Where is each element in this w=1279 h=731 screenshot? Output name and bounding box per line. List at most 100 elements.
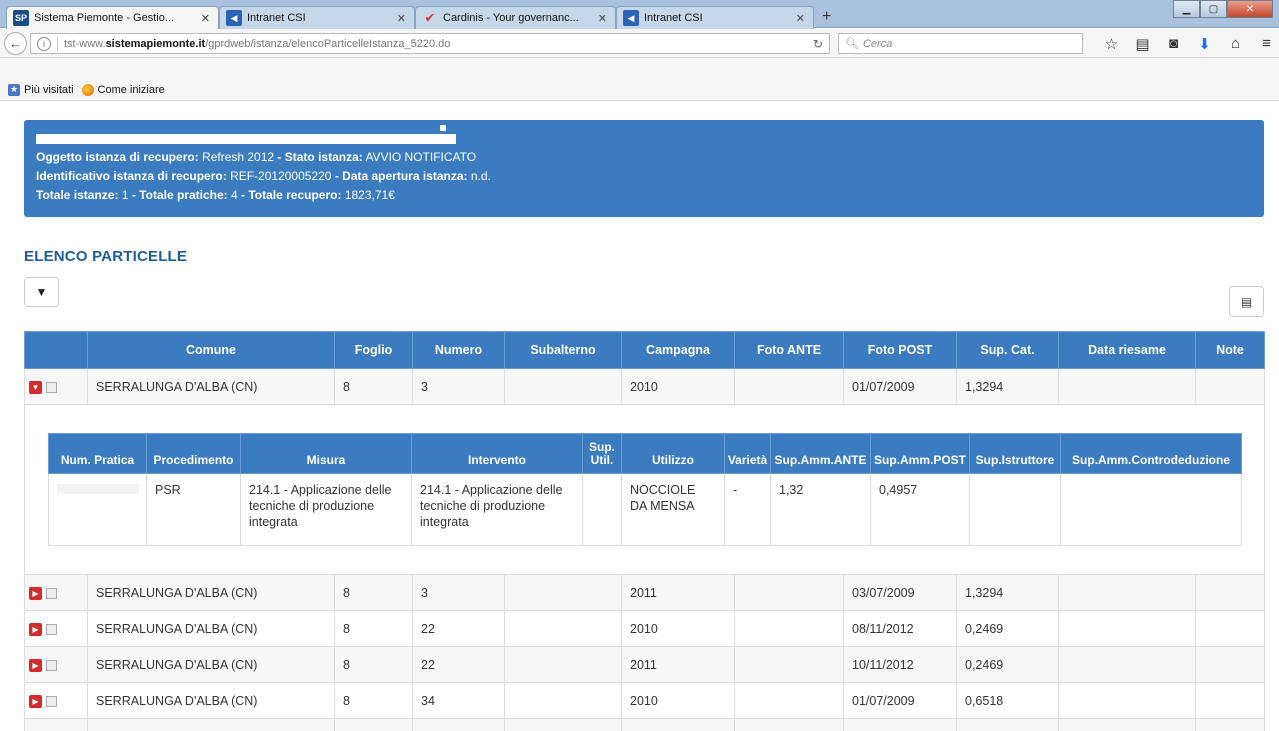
cell-foto-ante bbox=[734, 610, 844, 647]
table-header-row: Comune Foglio Numero Subalterno Campagna… bbox=[24, 331, 1265, 369]
cell-sup-cat: 0,2469 bbox=[956, 610, 1059, 647]
info-label: - Totale recupero: bbox=[241, 188, 342, 202]
pocket-icon[interactable]: ◙ bbox=[1158, 35, 1189, 53]
close-icon[interactable]: ✕ bbox=[397, 12, 406, 25]
close-icon[interactable]: ✕ bbox=[201, 12, 210, 25]
cell-subalterno bbox=[504, 682, 622, 719]
cell-campagna: 2010 bbox=[621, 368, 735, 405]
detail-cell-varieta: - bbox=[724, 473, 771, 546]
browser-tab-1[interactable]: SP Sistema Piemonte - Gestio... ✕ bbox=[6, 6, 219, 29]
window-close-icon[interactable]: ✕ bbox=[1227, 0, 1273, 18]
column-header-campagna[interactable]: Campagna bbox=[621, 331, 735, 369]
column-header-note[interactable]: Note bbox=[1195, 331, 1265, 369]
reload-icon[interactable]: ↻ bbox=[813, 37, 823, 51]
info-value: AVVIO NOTIFICATO bbox=[365, 150, 477, 164]
browser-search-input[interactable]: 🔍︎ Cerca bbox=[838, 33, 1083, 54]
column-header-foto-ante[interactable]: Foto ANTE bbox=[734, 331, 844, 369]
table-row: ▶ SERRALUNGA D'ALBA (CN) 8 22 2011 10/11… bbox=[24, 646, 1265, 683]
info-label: - Totale pratiche: bbox=[131, 188, 228, 202]
detail-cell-procedimento: PSR bbox=[146, 473, 241, 546]
detail-header-intervento: Intervento bbox=[411, 433, 583, 474]
row-checkbox[interactable] bbox=[46, 587, 57, 599]
browser-tab-2[interactable]: ◀ Intranet CSI ✕ bbox=[219, 6, 415, 29]
list-icon: ▤ bbox=[1240, 294, 1253, 309]
cell-campagna: 2011 bbox=[621, 646, 735, 683]
info-line-totali: Totale istanze: 1 - Totale pratiche: 4 -… bbox=[36, 186, 1252, 205]
bookmark-most-visited[interactable]: ★ Più visitati bbox=[8, 83, 74, 96]
row-checkbox[interactable] bbox=[46, 381, 57, 393]
close-icon[interactable]: ✕ bbox=[598, 12, 607, 25]
url-separator bbox=[57, 36, 58, 51]
menu-icon[interactable]: ≡ bbox=[1251, 35, 1279, 53]
maximize-icon[interactable]: ▢ bbox=[1200, 0, 1227, 18]
columns-toggle-button[interactable]: ▤ bbox=[1229, 286, 1264, 317]
bookmark-getting-started[interactable]: Come iniziare bbox=[81, 83, 165, 96]
table-row: ▶ SERRALUNGA D'ALBA (CN) 8 22 2010 08/11… bbox=[24, 610, 1265, 647]
expand-row-icon[interactable]: ▶ bbox=[29, 658, 42, 672]
expand-row-icon[interactable]: ▶ bbox=[29, 622, 42, 636]
row-checkbox[interactable] bbox=[46, 659, 57, 671]
info-value: 4 bbox=[230, 188, 238, 202]
home-icon[interactable]: ⌂ bbox=[1220, 35, 1251, 53]
info-line-oggetto: Oggetto istanza di recupero: Refresh 201… bbox=[36, 148, 1252, 167]
redacted-num-pratica bbox=[57, 484, 139, 494]
download-icon[interactable]: ⬇ bbox=[1189, 35, 1220, 53]
cell-sup-cat: 1,3294 bbox=[956, 368, 1059, 405]
cell-subalterno bbox=[504, 610, 622, 647]
cell-data-riesame bbox=[1058, 610, 1196, 647]
back-arrow-icon[interactable]: ← bbox=[4, 32, 27, 55]
expand-row-icon[interactable]: ▶ bbox=[29, 586, 42, 600]
cardinis-favicon-icon: ✔ bbox=[424, 10, 436, 25]
detail-header-sup-amm-ante: Sup.Amm.ANTE bbox=[770, 433, 871, 474]
column-header-foto-post[interactable]: Foto POST bbox=[843, 331, 957, 369]
cell-subalterno bbox=[504, 718, 622, 731]
cell-data-riesame bbox=[1058, 718, 1196, 731]
cell-campagna: 2011 bbox=[621, 574, 735, 611]
cell-foglio: 8 bbox=[334, 610, 413, 647]
column-header-comune[interactable]: Comune bbox=[87, 331, 335, 369]
cell-note bbox=[1195, 682, 1265, 719]
table-row: ▼ SERRALUNGA D'ALBA (CN) 8 3 2010 01/07/… bbox=[24, 368, 1265, 405]
row-checkbox[interactable] bbox=[46, 623, 57, 635]
bookmark-star-icon[interactable]: ☆ bbox=[1096, 35, 1127, 53]
collapse-row-icon[interactable]: ▼ bbox=[29, 380, 42, 394]
close-icon[interactable]: ✕ bbox=[796, 12, 805, 25]
info-icon[interactable]: i bbox=[37, 36, 51, 51]
cell-numero: 22 bbox=[412, 610, 505, 647]
reading-list-icon[interactable]: ▤ bbox=[1127, 35, 1158, 53]
filter-button[interactable]: ▼ bbox=[24, 277, 59, 307]
cell-note bbox=[1195, 646, 1265, 683]
column-header-sup-cat[interactable]: Sup. Cat. bbox=[956, 331, 1059, 369]
cell-data-riesame bbox=[1058, 574, 1196, 611]
column-header-numero[interactable]: Numero bbox=[412, 331, 505, 369]
column-header-foglio[interactable]: Foglio bbox=[334, 331, 413, 369]
new-tab-plus-icon[interactable]: + bbox=[822, 8, 831, 26]
info-value: Refresh 2012 bbox=[202, 150, 275, 164]
detail-header-sup-istruttore: Sup.Istruttore bbox=[969, 433, 1061, 474]
detail-header-utilizzo: Utilizzo bbox=[621, 433, 725, 474]
browser-tab-4[interactable]: ◀ Intranet CSI ✕ bbox=[616, 6, 814, 29]
minimize-icon[interactable]: ▁ bbox=[1173, 0, 1200, 18]
row-controls: ▶ bbox=[24, 646, 88, 683]
cell-comune: SERRALUNGA D'ALBA (CN) bbox=[87, 646, 335, 683]
cell-foto-ante bbox=[734, 574, 844, 611]
column-header-subalterno[interactable]: Subalterno bbox=[504, 331, 622, 369]
url-bar[interactable]: i tst-www. sistemapiemonte.it/gprdweb/ist… bbox=[30, 33, 830, 54]
row-checkbox[interactable] bbox=[46, 695, 57, 707]
csi-favicon-icon: ◀ bbox=[623, 10, 639, 26]
cell-sup-cat: 1,3294 bbox=[956, 574, 1059, 611]
cell-foto-post: 08/11/2012 bbox=[843, 610, 957, 647]
cell-foglio: 8 bbox=[334, 718, 413, 731]
cell-foto-ante bbox=[734, 646, 844, 683]
table-row: ▶ SERRALUNGA D'ALBA (CN) 8 34 2011 01/03… bbox=[24, 718, 1265, 731]
browser-tab-bar: SP Sistema Piemonte - Gestio... ✕ ◀ Intr… bbox=[0, 0, 1279, 29]
detail-cell-misura: 214.1 - Applicazione delle tecniche di p… bbox=[240, 473, 412, 546]
expand-row-icon[interactable]: ▶ bbox=[29, 694, 42, 708]
cell-comune: SERRALUNGA D'ALBA (CN) bbox=[87, 574, 335, 611]
most-visited-icon: ★ bbox=[8, 83, 20, 96]
column-header-data-riesame[interactable]: Data riesame bbox=[1058, 331, 1196, 369]
browser-tab-3[interactable]: ✔ Cardinis - Your governanc... ✕ bbox=[415, 6, 616, 29]
row-controls: ▶ bbox=[24, 574, 88, 611]
info-value: REF-20120005220 bbox=[230, 169, 332, 183]
tab-label: Intranet CSI bbox=[247, 12, 306, 24]
